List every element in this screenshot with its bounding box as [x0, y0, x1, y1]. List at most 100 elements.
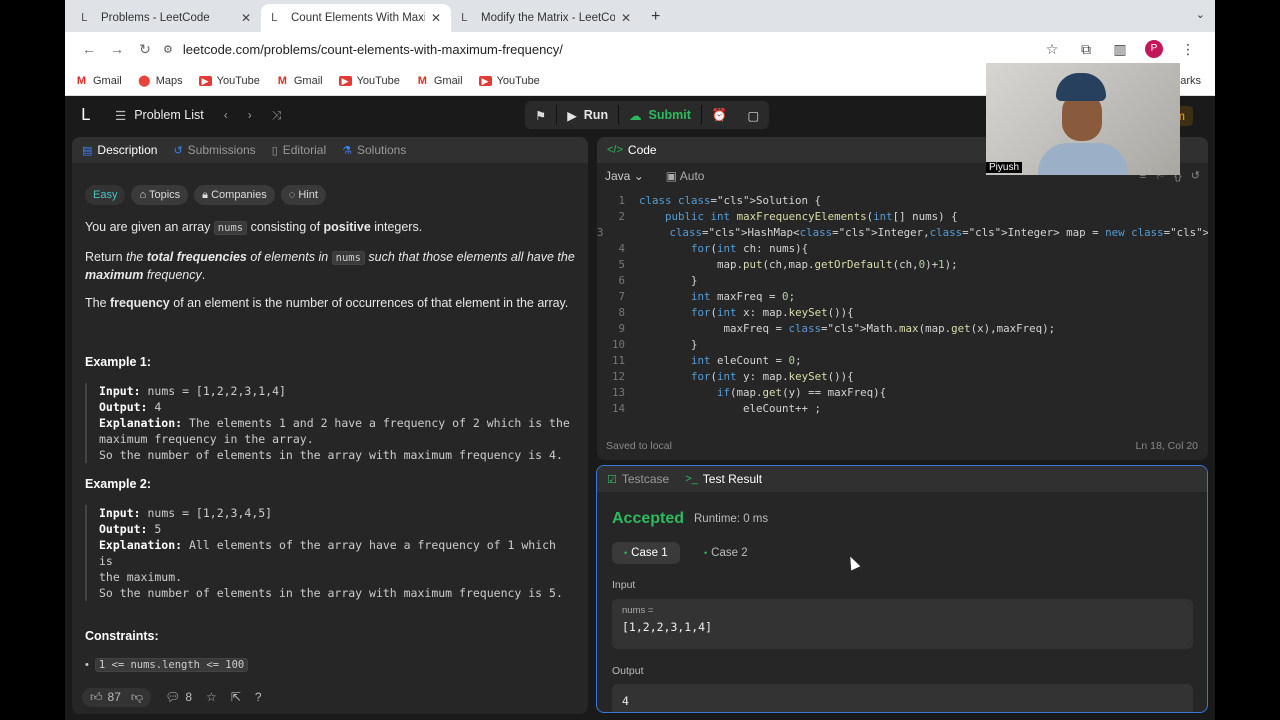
reload-icon[interactable]: ↻ — [131, 41, 159, 58]
line-number: 9 — [618, 322, 625, 335]
youtube-icon: ▶ — [478, 75, 492, 86]
code-line[interactable]: 4 for(int ch: nums){ — [597, 241, 1208, 257]
code-text: } — [639, 338, 698, 351]
site-info-icon[interactable]: ⚙ — [163, 43, 173, 56]
line-number: 4 — [618, 242, 625, 255]
tab-submissions[interactable]: ↺ Submissions — [173, 143, 255, 157]
case-1-tab[interactable]: • Case 1 — [612, 542, 680, 564]
next-problem-icon[interactable]: › — [248, 108, 252, 122]
code-line[interactable]: 10 } — [597, 337, 1208, 353]
problem-list-button[interactable]: ☰ Problem List — [115, 108, 204, 123]
webcam-name: Piyush — [986, 162, 1023, 173]
output-value: 4 — [622, 694, 629, 708]
close-tab-icon[interactable]: ✕ — [241, 11, 251, 25]
browser-tab-modify-matrix[interactable]: ᒪ Modify the Matrix - LeetCode ✕ — [451, 4, 641, 32]
code-line[interactable]: 11 int eleCount = 0; — [597, 353, 1208, 369]
forward-arrow-icon[interactable]: → — [103, 41, 131, 57]
browser-tab-count-elements[interactable]: ᒪ Count Elements With Maximum ✕ — [261, 4, 451, 32]
code-text: if(map.get(y) == maxFreq){ — [717, 386, 887, 399]
tab-code[interactable]: </> Code — [607, 143, 657, 157]
bookmark-gmail[interactable]: M Gmail — [276, 75, 323, 87]
new-tab-plus-icon[interactable]: + — [651, 8, 660, 26]
gmail-icon: M — [277, 74, 287, 87]
profile-avatar[interactable]: P — [1145, 40, 1163, 58]
like-button[interactable]: 👍︎ 87 👎︎ — [82, 687, 152, 707]
reset-icon[interactable]: ↺ — [1191, 170, 1200, 182]
language-select[interactable]: Java ⌄ — [605, 169, 644, 183]
youtube-icon: ▶ — [198, 75, 212, 86]
line-number: 1 — [618, 194, 625, 207]
code-line[interactable]: 6 } — [597, 273, 1208, 289]
notes-icon[interactable]: ▢ — [737, 101, 769, 129]
timer-icon[interactable]: ⏰ — [702, 101, 738, 129]
code-editor[interactable]: 1 class class="cls">Solution {2 public in… — [597, 193, 1208, 423]
back-arrow-icon[interactable]: ← — [75, 41, 103, 57]
help-icon[interactable]: ? — [255, 690, 262, 704]
bookmark-youtube[interactable]: ▶ YouTube — [198, 75, 260, 87]
bookmark-gmail[interactable]: M Gmail — [416, 75, 463, 87]
runtime-text: Runtime: 0 ms — [694, 513, 769, 525]
bookmark-star-icon[interactable]: ☆ — [1035, 41, 1069, 58]
code-line[interactable]: 7 int maxFreq = 0; — [597, 289, 1208, 305]
code-text: eleCount++ ; — [639, 402, 822, 415]
side-panel-icon[interactable]: ▥ — [1103, 41, 1137, 58]
tab-editorial[interactable]: ▯ Editorial — [272, 143, 326, 157]
code-line[interactable]: 13 if(map.get(y) == maxFreq){ — [597, 385, 1208, 401]
code-text: class="cls">HashMap<class="cls">Integer,… — [669, 226, 1208, 239]
close-tab-icon[interactable]: ✕ — [621, 11, 631, 25]
shuffle-icon[interactable]: ⤨ — [272, 108, 282, 123]
code-line[interactable]: 8 for(int x: map.keySet()){ — [597, 305, 1208, 321]
topics-tag[interactable]: ⌂ Topics — [131, 185, 189, 205]
cursor-position: Ln 18, Col 20 — [1135, 440, 1198, 452]
test-panel-tabs: ☑ Testcase >_ Test Result — [597, 466, 1207, 492]
bookmark-gmail[interactable]: M Gmail — [75, 75, 122, 87]
browser-menu-icon[interactable]: ⋮ — [1171, 41, 1205, 58]
line-number: 7 — [618, 290, 625, 303]
code-text: maxFreq = class="cls">Math.max(map.get(x… — [639, 322, 1056, 335]
code-line[interactable]: 9 maxFreq = class="cls">Math.max(map.get… — [597, 321, 1208, 337]
example-2-box: Input: nums = [1,2,3,4,5] Output: 5 Expl… — [85, 505, 575, 601]
tab-search-chevron-icon[interactable]: ⌄ — [1196, 8, 1205, 21]
pass-dot-icon: • — [704, 548, 708, 558]
code-line[interactable]: 12 for(int y: map.keySet()){ — [597, 369, 1208, 385]
comments-button[interactable]: 💬︎ 8 — [165, 690, 192, 704]
companies-tag[interactable]: 🔒︎ Companies — [194, 185, 275, 205]
tab-test-result[interactable]: >_ Test Result — [685, 472, 762, 486]
run-submit-bar: ⚑ ▶ Run ☁ Submit ⏰ ▢ — [525, 101, 770, 129]
address-bar[interactable]: ⚙ leetcode.com/problems/count-elements-w… — [163, 36, 1035, 62]
code-line[interactable]: 1 class class="cls">Solution { — [597, 193, 1208, 209]
thumbs-down-icon[interactable]: 👎︎ — [131, 690, 143, 705]
close-tab-icon[interactable]: ✕ — [431, 11, 441, 25]
extensions-icon[interactable]: ⧉ — [1069, 41, 1103, 58]
test-result-panel: ☑ Testcase >_ Test Result Accepted Runtime… — [596, 465, 1208, 713]
description-panel: ▤ Description ↺ Submissions ▯ Editorial ⚗ So… — [72, 137, 588, 714]
document-icon: ▤ — [82, 144, 93, 157]
run-button[interactable]: ▶ Run — [557, 101, 618, 129]
case-2-tab[interactable]: • Case 2 — [692, 542, 760, 564]
code-line[interactable]: 14 eleCount++ ; — [597, 401, 1208, 417]
bookmark-youtube[interactable]: ▶ YouTube — [338, 75, 400, 87]
line-number: 3 — [597, 226, 604, 239]
favorite-star-icon[interactable]: ☆ — [206, 690, 217, 704]
browser-tab-problems[interactable]: ᒪ Problems - LeetCode ✕ — [71, 4, 261, 32]
code-line[interactable]: 2 public int maxFrequencyElements(int[] … — [597, 209, 1208, 225]
leetcode-favicon-icon: ᒪ — [461, 12, 468, 24]
tab-testcase[interactable]: ☑ Testcase — [607, 472, 669, 486]
line-number: 8 — [618, 306, 625, 319]
tab-solutions[interactable]: ⚗ Solutions — [342, 143, 406, 157]
description-panel-tabs: ▤ Description ↺ Submissions ▯ Editorial ⚗ So… — [72, 137, 588, 163]
line-number: 14 — [611, 402, 625, 415]
leetcode-logo-icon[interactable]: ᒪ — [81, 105, 101, 125]
bookmark-youtube[interactable]: ▶ YouTube — [478, 75, 540, 87]
code-line[interactable]: 5 map.put(ch,map.getOrDefault(ch,0)+1); — [597, 257, 1208, 273]
submit-button[interactable]: ☁ Submit — [619, 101, 701, 129]
line-number: 12 — [611, 370, 625, 383]
tab-description[interactable]: ▤ Description — [82, 143, 157, 157]
hint-tag[interactable]: ◌ Hint — [280, 185, 326, 205]
auto-mode-toggle[interactable]: ▣ Auto — [666, 169, 705, 183]
share-icon[interactable]: ⇱ — [231, 690, 241, 704]
prev-problem-icon[interactable]: ‹ — [224, 108, 228, 122]
code-line[interactable]: 3 class="cls">HashMap<class="cls">Intege… — [597, 225, 1208, 241]
debug-icon[interactable]: ⚑ — [525, 101, 556, 129]
bookmark-maps[interactable]: ⬤ Maps — [138, 75, 183, 87]
